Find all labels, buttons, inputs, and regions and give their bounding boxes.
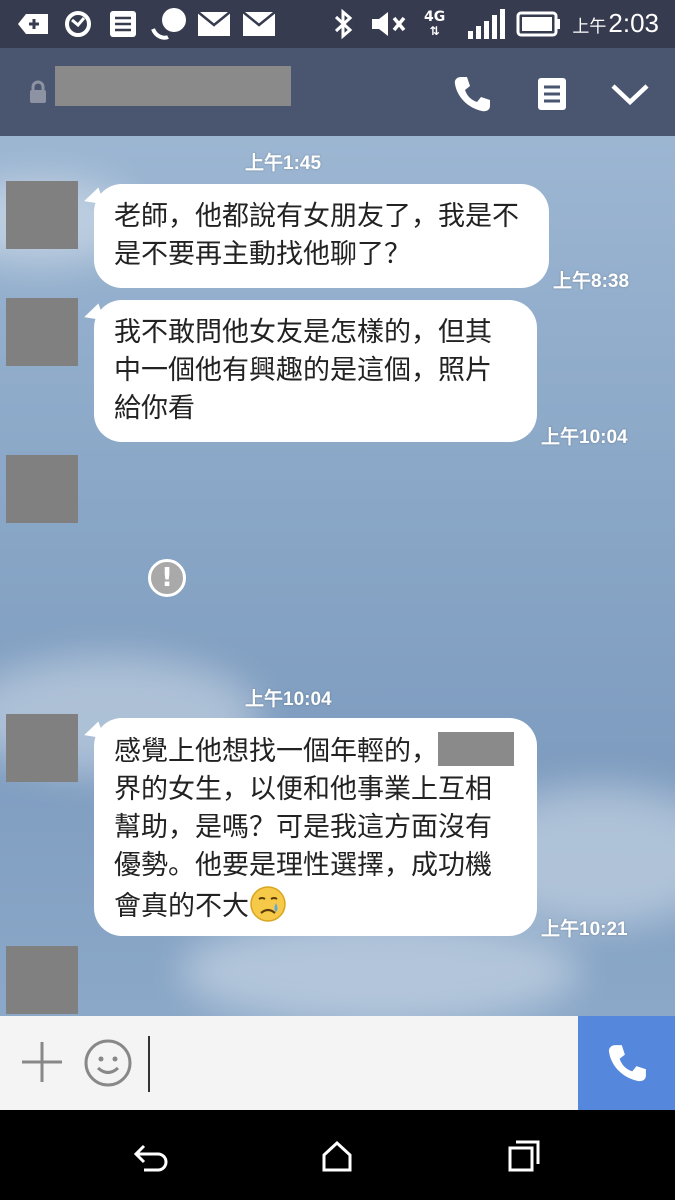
attach-button[interactable] <box>18 1038 66 1086</box>
disappointed-face-emoji-icon <box>250 886 286 922</box>
volume-mute-icon <box>370 10 408 38</box>
chat-title-redacted <box>55 66 291 106</box>
avatar[interactable] <box>6 714 78 782</box>
message-time: 上午8:38 <box>553 271 630 292</box>
signal-icon <box>466 9 506 39</box>
call-button[interactable] <box>578 1016 675 1110</box>
redacted-text <box>476 732 514 766</box>
message-bubble[interactable]: 我不敢問他女友是怎樣的，但其中一個他有興趣的是這個，照片給你看 <box>94 300 537 442</box>
smiley-icon <box>84 1039 132 1087</box>
status-bar: 4G ⇅ 上午2:03 <box>0 0 675 48</box>
recents-button[interactable] <box>500 1134 548 1178</box>
clock-time: 2:03 <box>608 8 659 38</box>
system-nav-bar <box>0 1110 675 1200</box>
chat-header <box>0 48 675 136</box>
timestamp-divider: 上午1:45 <box>245 153 322 174</box>
mail-icon <box>197 10 231 38</box>
message-text: 感覺上他想找一個年輕的， <box>114 736 438 767</box>
message-time: 上午10:04 <box>541 427 628 448</box>
network-4g-icon: 4G ⇅ <box>424 9 446 38</box>
notes-icon <box>538 78 566 110</box>
document-icon <box>108 10 138 38</box>
message-text: 界的女生，以便和他事業上互相幫助，是嗎？可是我這方面沒有優勢。他要是理性選擇，成… <box>114 774 492 922</box>
back-icon <box>133 1144 168 1172</box>
message-text: 我不敢問他女友是怎樣的，但其中一個他有興趣的是這個，照片給你看 <box>114 317 492 424</box>
message-text: 老師，他都說有女朋友了，我是不是不要再主動找他聊了？ <box>114 201 519 270</box>
clock-prefix: 上午 <box>572 17 607 36</box>
message-input[interactable] <box>148 1036 574 1092</box>
mail-icon <box>242 10 276 38</box>
clock: 上午2:03 <box>572 8 659 39</box>
avatar[interactable] <box>6 181 78 249</box>
avatar[interactable] <box>6 455 78 523</box>
notes-button[interactable] <box>528 70 576 118</box>
plus-icon <box>22 1042 62 1082</box>
chat-message-list[interactable]: 上午1:45 老師，他都說有女朋友了，我是不是不要再主動找他聊了？ 上午8:38… <box>0 136 675 1016</box>
warning-icon[interactable]: ! <box>148 559 186 597</box>
avatar[interactable] <box>6 298 78 366</box>
avatar[interactable] <box>6 946 78 1014</box>
back-button[interactable] <box>126 1134 174 1178</box>
message-time: 上午10:21 <box>541 919 628 940</box>
message-bubble[interactable]: 老師，他都說有女朋友了，我是不是不要再主動找他聊了？ <box>94 184 549 288</box>
expand-menu-button[interactable] <box>606 70 654 118</box>
phone-icon <box>454 77 490 112</box>
redacted-text <box>438 732 476 766</box>
home-button[interactable] <box>313 1134 361 1178</box>
message-input-bar <box>0 1016 675 1110</box>
message-bubble[interactable]: 感覺上他想找一個年輕的， 界的女生，以便和他事業上互相幫助，是嗎？可是我這方面沒有… <box>94 718 537 936</box>
phone-icon <box>608 1045 646 1082</box>
recents-icon <box>508 1140 540 1172</box>
network-label: 4G <box>424 9 446 25</box>
home-icon <box>322 1140 352 1172</box>
emoji-button[interactable] <box>83 1038 133 1088</box>
timestamp-divider: 上午10:04 <box>245 689 332 710</box>
battery-icon <box>516 10 562 38</box>
sync-icon <box>62 10 94 38</box>
chat-phone-icon <box>150 8 188 40</box>
chevron-down-icon <box>611 84 649 106</box>
bluetooth-icon <box>332 8 354 40</box>
add-notification-icon <box>16 10 50 38</box>
voice-call-button[interactable] <box>448 70 496 118</box>
lock-icon <box>28 80 48 108</box>
